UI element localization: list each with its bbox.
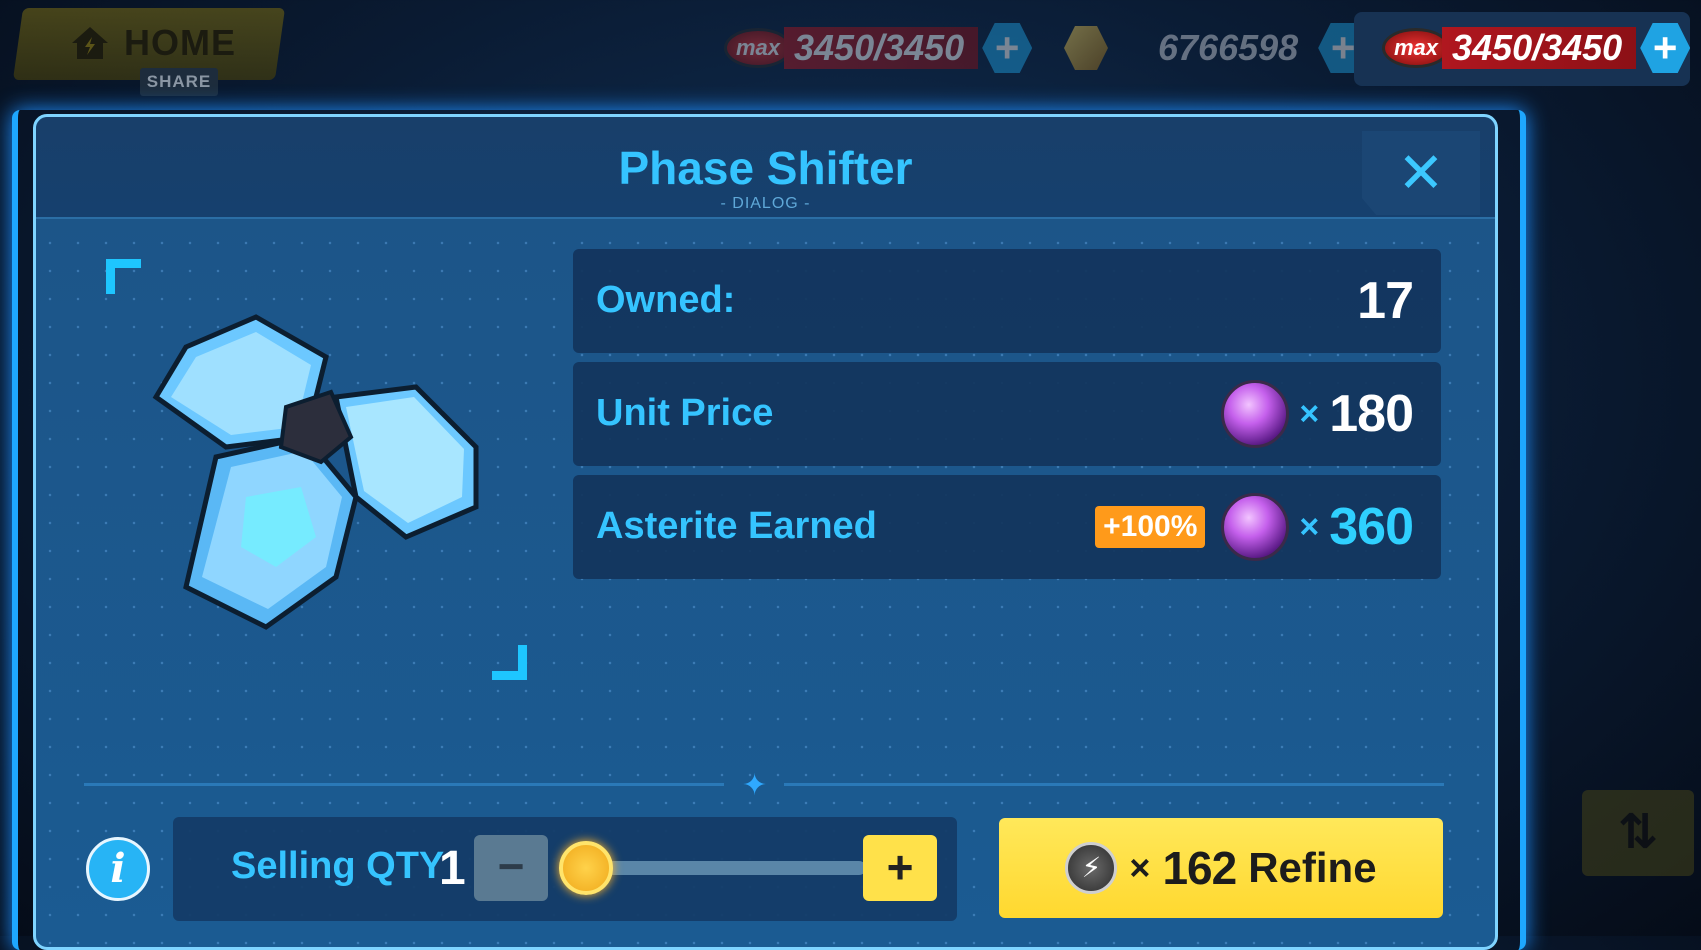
top-bar: HOME SHARE max 3450/3450 + 6766598 + max… [0,0,1701,96]
sort-button[interactable]: ⇅ [1582,790,1694,876]
refine-button[interactable]: ⚡ × 162 Refine [999,818,1443,918]
dialog-header: Phase Shifter - DIALOG - ✕ [36,117,1495,219]
divider-star-icon: ✦ [742,769,768,802]
decrease-qty-button[interactable]: − [474,835,548,901]
owned-value: 17 [1357,272,1414,330]
asterite-earned-row: Asterite Earned +100% × 360 [573,475,1441,579]
share-button[interactable]: SHARE [140,68,218,96]
stamina-resource-dim: max 3450/3450 + [724,16,1033,80]
asterite-earned-value: 360 [1329,498,1414,556]
refine-cost: 162 [1162,842,1237,894]
asterite-earned-value-group: +100% × 360 [1095,475,1414,579]
times-sign: × [1129,847,1151,888]
owned-label: Owned: [596,279,736,321]
stamina-resource: max 3450/3450 + [1382,16,1691,80]
stamina-value: 3450/3450 [784,27,979,69]
unit-price-row: Unit Price × 180 [573,362,1441,466]
close-button[interactable]: ✕ [1362,131,1480,215]
unit-price-label: Unit Price [596,392,774,434]
section-divider: ✦ [84,769,1444,802]
qty-slider-handle[interactable] [559,841,613,895]
asterite-earned-label: Asterite Earned [596,505,877,547]
dialog-title: Phase Shifter [618,142,913,194]
phase-shifter-dialog: Phase Shifter - DIALOG - ✕ Owned: 17 Uni… [33,114,1498,950]
asterite-gem-icon [1221,380,1290,448]
selling-qty-label: Selling QTY [231,845,445,887]
home-button-content[interactable]: HOME [70,22,236,64]
phase-shifter-item-icon [152,314,479,630]
max-badge: max [1382,28,1450,68]
selling-qty-value: 1 [439,842,466,895]
divider-line [84,783,724,786]
gold-value: 6766598 [1158,27,1299,68]
gold-coin-icon [1064,26,1108,70]
times-sign: × [1299,507,1320,546]
increase-qty-button[interactable]: + [863,835,937,901]
selling-qty-panel: Selling QTY 1 − + [173,817,957,921]
add-stamina-button[interactable]: + [1640,23,1691,73]
divider-line [784,783,1444,786]
unit-price-value-group: × 180 [1221,362,1414,466]
home-label: HOME [124,22,236,63]
bonus-badge: +100% [1095,506,1206,548]
dialog-subtitle: - DIALOG - [720,195,811,212]
stamina-value: 3450/3450 [1442,27,1637,69]
info-button[interactable]: i [86,837,150,901]
max-badge: max [724,28,792,68]
asterite-gem-icon [1221,493,1290,561]
owned-value-group: 17 [1357,249,1414,353]
energy-bolt-icon: ⚡ [1065,842,1118,894]
unit-price-value: 180 [1329,385,1414,443]
gold-resource: 6766598 + [1064,16,1369,80]
corner-bracket-icon [106,259,141,294]
times-sign: × [1299,394,1320,433]
home-icon [72,27,108,59]
add-stamina-button[interactable]: + [982,23,1033,73]
owned-row: Owned: 17 [573,249,1441,353]
refine-label: Refine [1248,844,1377,891]
